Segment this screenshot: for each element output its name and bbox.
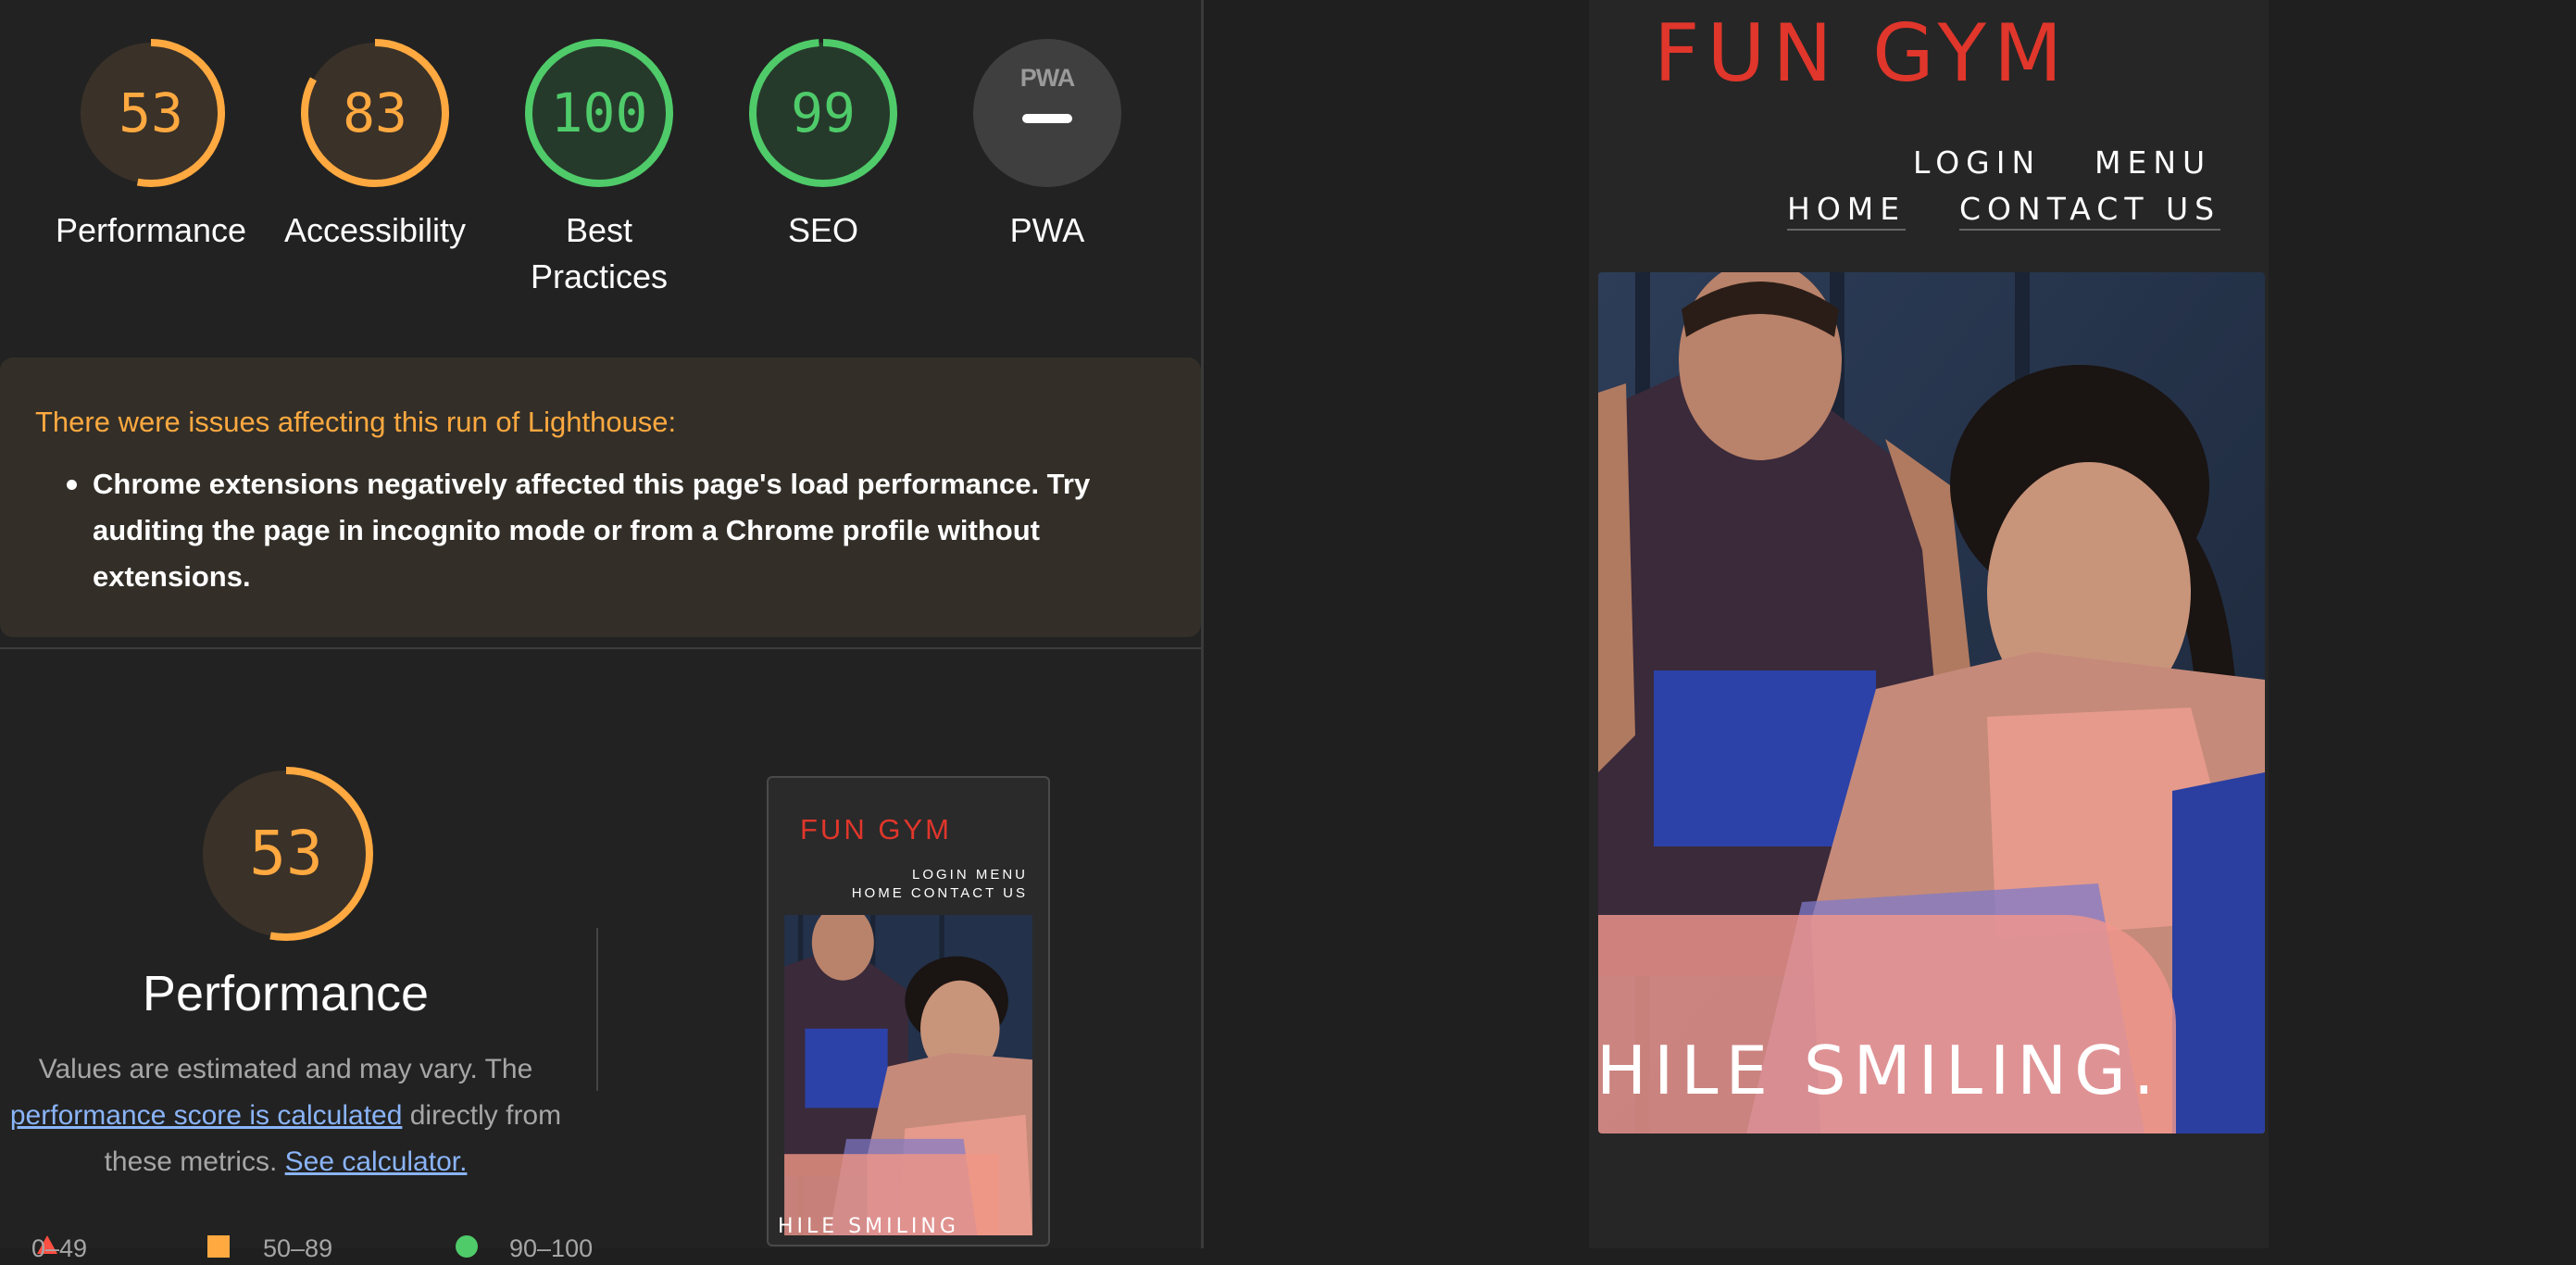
section-divider	[0, 647, 1201, 649]
score-value: 100	[550, 81, 648, 144]
performance-gauge: 53	[197, 765, 375, 943]
score-calculated-link[interactable]: performance score is calculated	[10, 1100, 403, 1131]
score-label: SEO	[787, 211, 859, 249]
gauge-performance[interactable]: 53 Performance	[56, 37, 246, 254]
thumbnail-nav-row-2: HOME CONTACT US	[851, 885, 1028, 901]
lighthouse-report-panel: 53 Performance 83 Accessibility 100 Best…	[0, 0, 1201, 1262]
nav-login-link[interactable]: LOGIN	[1913, 144, 2041, 181]
thumbnail-nav-row-1: LOGIN MENU	[911, 867, 1028, 883]
score-label: Performance	[55, 211, 247, 249]
gauge-best-practices[interactable]: 100 Best Practices	[520, 37, 678, 300]
warning-title: There were issues affecting this run of …	[35, 406, 677, 438]
warning-list: Chrome extensions negatively affected th…	[67, 461, 1111, 600]
vertical-separator	[596, 928, 598, 1091]
performance-title: Performance	[142, 966, 430, 1021]
nav-home-link[interactable]: HOME	[1787, 191, 1907, 231]
thumbnail-logo: FUN GYM	[800, 813, 952, 845]
site-logo[interactable]: FUN GYM	[1654, 7, 2070, 100]
page-screenshot-thumbnail[interactable]: FUN GYM LOGIN MENU HOME CONTACT US HILE …	[767, 776, 1050, 1246]
desc-text-2a: directly from	[409, 1100, 562, 1131]
desc-text-2b: these metrics.	[104, 1146, 278, 1177]
gauge-pwa[interactable]: PWA PWA	[969, 37, 1126, 254]
hero-banner: HILE SMILING.	[1598, 272, 2265, 1133]
nav-menu-link[interactable]: MENU	[2095, 144, 2211, 181]
average-square-icon	[207, 1235, 230, 1258]
score-value	[971, 37, 1123, 189]
score-value: 53	[119, 81, 183, 144]
performance-score: 53	[249, 818, 323, 889]
see-calculator-link[interactable]: See calculator.	[285, 1146, 468, 1177]
warning-item: Chrome extensions negatively affected th…	[67, 461, 1111, 600]
hero-caption-text: HILE SMILING.	[1598, 1032, 2162, 1109]
nav-contact-link[interactable]: CONTACT US	[1959, 191, 2221, 231]
pass-circle-icon	[456, 1235, 478, 1258]
gauge-accessibility[interactable]: 83 Accessibility	[284, 37, 466, 254]
legend-fail: 0–49	[31, 1234, 88, 1262]
score-label: Accessibility	[283, 211, 467, 249]
gauge-seo[interactable]: 99 SEO	[744, 37, 902, 254]
performance-description: Values are estimated and may vary. The p…	[0, 1046, 571, 1185]
warning-box: There were issues affecting this run of …	[0, 357, 1201, 637]
score-value: 99	[791, 81, 856, 144]
thumbnail-hero-image	[784, 915, 1032, 1235]
legend-pass: 90–100	[509, 1234, 594, 1262]
desc-text-1: Values are estimated and may vary. The	[38, 1054, 533, 1084]
thumbnail-hero-text: HILE SMILING	[778, 1215, 959, 1238]
legend-average: 50–89	[263, 1234, 333, 1262]
score-label: PWA	[1009, 211, 1085, 249]
score-label: Best Practices	[530, 211, 669, 295]
score-value: 83	[343, 81, 407, 144]
